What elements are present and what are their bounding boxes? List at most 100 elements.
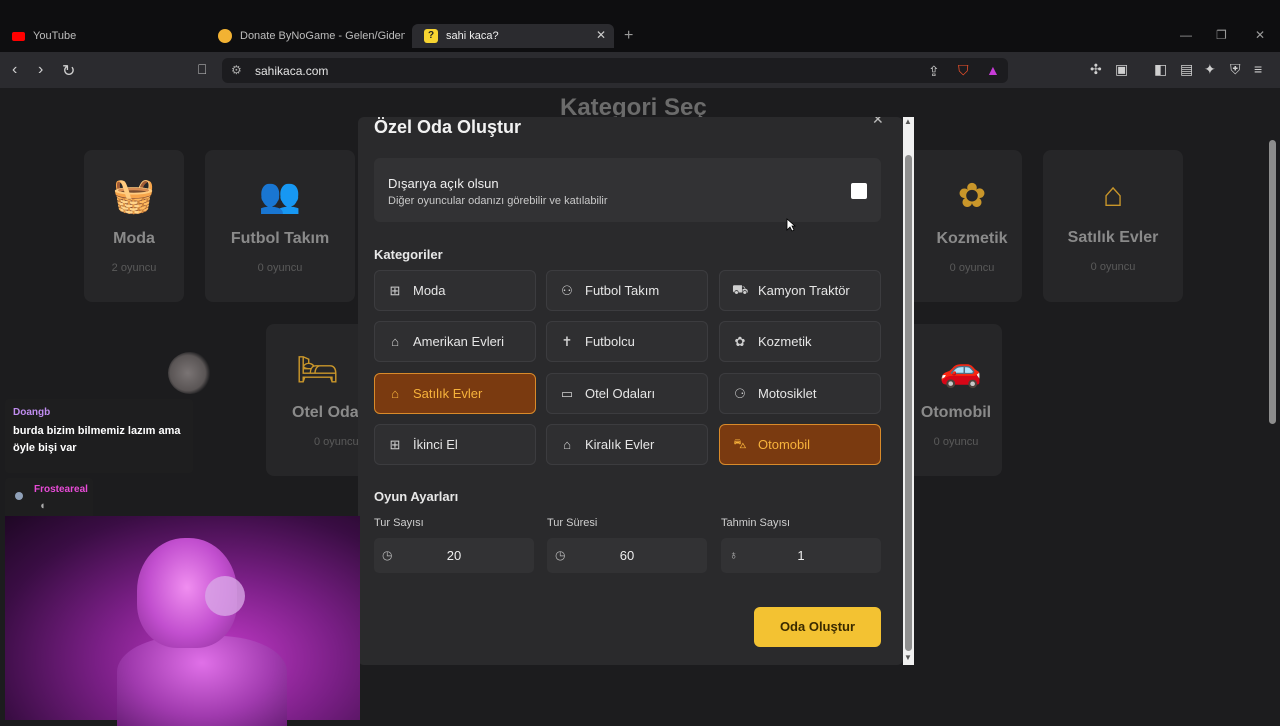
vpn-icon[interactable]: ⛨ — [1230, 61, 1241, 78]
tab-sahikaca[interactable]: ? sahi kaca? ✕ — [412, 24, 614, 48]
reload-icon[interactable]: ↻ — [62, 61, 75, 81]
modal-scrollbar[interactable]: ▲ ▼ — [903, 117, 914, 665]
bookmark-icon[interactable]: ⎕ — [198, 61, 206, 78]
close-modal-button[interactable]: ✕ — [872, 117, 884, 128]
card-count: 0 oyuncu — [257, 262, 303, 274]
category-card-satilik-evler[interactable]: ⌂ Satılık Evler 0 oyuncu — [1043, 150, 1183, 302]
category-option-motosiklet[interactable]: ⚆ Motosiklet — [719, 373, 881, 414]
close-tab-icon[interactable]: ✕ — [596, 28, 606, 42]
forward-icon[interactable]: › — [38, 61, 43, 79]
card-count: 0 oyuncu — [1090, 261, 1136, 273]
option-label: Futbolcu — [585, 334, 635, 349]
card-name: Moda — [113, 230, 155, 247]
car-icon: ⛍ — [733, 435, 747, 451]
round-duration-input[interactable]: ◷ 60 — [547, 538, 707, 573]
site-settings-icon[interactable]: ⚙ — [231, 63, 242, 77]
tab-title: Donate ByNoGame - Gelen/Giden Ba — [240, 30, 405, 42]
category-card-futbol-takim[interactable]: 👥 Futbol Takım 0 oyuncu — [205, 150, 355, 302]
close-window-icon[interactable]: ✕ — [1255, 28, 1265, 42]
public-checkbox[interactable] — [851, 183, 867, 199]
share-icon[interactable]: ⇪ — [928, 63, 940, 80]
restore-icon[interactable]: ❐ — [1216, 28, 1227, 42]
round-count-value: 20 — [446, 548, 462, 563]
basket-icon: 🧺 — [112, 177, 156, 215]
option-label: Amerikan Evleri — [413, 334, 505, 349]
category-option-satilik-evler[interactable]: ⌂ Satılık Evler — [374, 373, 536, 414]
streamer-body — [117, 636, 287, 726]
minimize-icon[interactable]: — — [1180, 28, 1192, 42]
users-icon: 👥 — [258, 177, 302, 215]
tab-youtube[interactable]: YouTube — [0, 24, 205, 48]
mouse-cursor-icon — [786, 218, 796, 232]
basket-icon: ⊞ — [389, 282, 401, 298]
motorcycle-icon: ⚆ — [734, 385, 746, 401]
category-option-otomobil[interactable]: ⛍ Otomobil — [719, 424, 881, 465]
leo-icon[interactable]: ✦ — [1204, 61, 1216, 78]
tab-bar: YouTube Donate ByNoGame - Gelen/Giden Ba… — [0, 0, 1280, 52]
round-duration-label: Tur Süresi — [547, 517, 598, 529]
round-duration-value: 60 — [619, 548, 635, 563]
card-name: Kozmetik — [936, 230, 1008, 247]
category-option-otel-odalari[interactable]: ▭ Otel Odaları — [546, 373, 708, 414]
bynogame-icon — [218, 29, 232, 43]
chat-text: burda bizim bilmemiz lazım ama öyle bişi… — [13, 425, 181, 454]
create-room-button[interactable]: Oda Oluştur — [754, 607, 881, 647]
scrollbar-thumb[interactable] — [1269, 140, 1276, 424]
modal-scrollbar-thumb[interactable] — [905, 155, 912, 651]
scroll-down-icon[interactable]: ▼ — [904, 653, 912, 662]
game-settings-label: Oyun Ayarları — [374, 489, 459, 504]
public-toggle-box[interactable]: Dışarıya açık olsun Diğer oyuncular odan… — [374, 158, 881, 222]
category-option-kamyon-traktor[interactable]: ⛟ Kamyon Traktör — [719, 270, 881, 311]
option-label: Otomobil — [758, 437, 811, 452]
flower-icon: ✿ — [957, 177, 987, 215]
card-name: Satılık Evler — [1067, 229, 1159, 246]
category-option-kozmetik[interactable]: ✿ Kozmetik — [719, 321, 881, 362]
category-option-kiralik-evler[interactable]: ⌂ Kiralık Evler — [546, 424, 708, 465]
house-icon: ⌂ — [391, 334, 399, 349]
address-bar[interactable]: ⚙ sahikaca.com ⇪ ⛉ ▲ — [222, 58, 1008, 83]
card-count: 0 oyuncu — [949, 262, 995, 274]
bed-icon: ▭ — [560, 385, 574, 401]
webcam-overlay — [5, 516, 360, 726]
person-icon: ✝ — [561, 333, 573, 349]
category-option-amerikan-evleri[interactable]: ⌂ Amerikan Evleri — [374, 321, 536, 362]
modal-title: Özel Oda Oluştur — [374, 117, 522, 137]
menu-icon[interactable]: ≡ — [1254, 61, 1262, 77]
guess-count-input[interactable]: ♁ 1 — [721, 538, 881, 573]
basket-icon: ⊞ — [389, 436, 401, 452]
sidebar-icon[interactable]: ◧ — [1154, 61, 1167, 78]
category-card-moda[interactable]: 🧺 Moda 2 oyuncu — [84, 150, 184, 302]
category-option-futbolcu[interactable]: ✝ Futbolcu — [546, 321, 708, 362]
round-count-input[interactable]: ◷ 20 — [374, 538, 534, 573]
wallet-icon[interactable]: ▤ — [1180, 61, 1193, 78]
new-tab-button[interactable]: + — [624, 27, 633, 45]
house-plus-icon: ⌂ — [391, 386, 399, 401]
tab-title: sahi kaca? — [446, 30, 499, 42]
extensions-icon[interactable]: ✣ — [1090, 61, 1102, 78]
category-option-ikinci-el[interactable]: ⊞ İkinci El — [374, 424, 536, 465]
category-card-kozmetik[interactable]: ✿ Kozmetik 0 oyuncu — [900, 150, 1022, 302]
headphone — [205, 576, 245, 616]
back-icon[interactable]: ‹ — [12, 61, 17, 79]
category-option-moda[interactable]: ⊞ Moda — [374, 270, 536, 311]
user-avatar — [15, 492, 23, 500]
reader-icon[interactable]: ▣ — [1115, 61, 1128, 78]
chat-message: Doangb burda bizim bilmemiz lazım ama öy… — [5, 399, 193, 473]
question-icon: ? — [424, 29, 438, 43]
truck-icon: ⛟ — [732, 281, 749, 297]
round-count-label: Tur Sayısı — [374, 517, 424, 529]
chat-username: Doangb — [13, 407, 51, 418]
create-room-modal: Özel Oda Oluştur ✕ Dışarıya açık olsun D… — [358, 117, 903, 665]
brave-shield-icon[interactable]: ⛉ — [958, 62, 969, 79]
chat-username: Frosteareal — [34, 484, 88, 495]
public-description: Diğer oyuncular odanızı görebilir ve kat… — [388, 195, 608, 207]
option-label: Futbol Takım — [585, 283, 660, 298]
brave-rewards-icon[interactable]: ▲ — [986, 62, 1000, 78]
public-title: Dışarıya açık olsun — [388, 176, 499, 191]
tab-donate[interactable]: Donate ByNoGame - Gelen/Giden Ba — [206, 24, 411, 48]
page-scrollbar[interactable] — [1266, 88, 1280, 720]
category-option-futbol-takim[interactable]: ⚇ Futbol Takım — [546, 270, 708, 311]
scroll-up-icon[interactable]: ▲ — [904, 117, 912, 126]
categories-label: Kategoriler — [374, 247, 443, 262]
guess-count-label: Tahmin Sayısı — [721, 517, 791, 529]
